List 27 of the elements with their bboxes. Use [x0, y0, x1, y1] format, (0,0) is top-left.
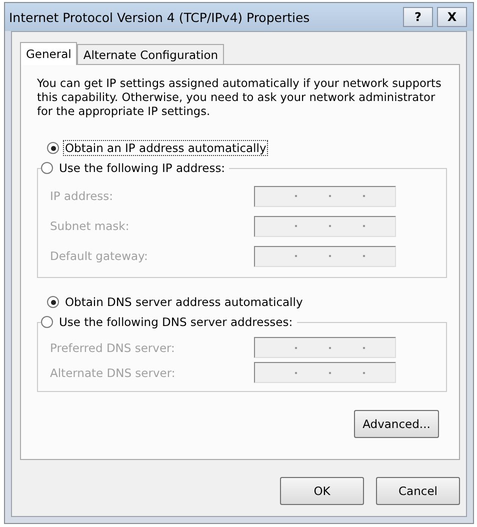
window-title: Internet Protocol Version 4 (TCP/IPv4) Properties	[9, 10, 310, 24]
advanced-button[interactable]: Advanced...	[354, 410, 439, 438]
tab[interactable]: Alternate Configuration	[77, 44, 224, 64]
ip-address-field[interactable]	[254, 246, 396, 266]
tab[interactable]: General	[20, 42, 78, 65]
radio-label[interactable]: Use the following IP address:	[57, 160, 228, 176]
ip-address-field[interactable]	[254, 362, 396, 383]
field-label: Subnet mask:	[50, 219, 130, 233]
dialog-button[interactable]: Cancel	[376, 477, 460, 505]
radio-button[interactable]	[47, 142, 59, 154]
ip-address-field[interactable]	[254, 186, 396, 206]
radio-label[interactable]: Use the following DNS server addresses:	[57, 314, 295, 330]
radio-button[interactable]	[41, 162, 53, 174]
help-button[interactable]: ?	[403, 7, 433, 27]
radio-button[interactable]	[47, 296, 59, 308]
radio-label[interactable]: Obtain an IP address automatically	[63, 140, 268, 156]
field-label: Preferred DNS server:	[50, 340, 175, 354]
ip-address-field[interactable]	[254, 216, 396, 236]
intro-text: You can get IP settings assigned automatically if your network supports this capability. Otherwise, you need to ask your network administrator for the appropriate IP settings.	[37, 77, 442, 119]
field-label: Default gateway:	[50, 249, 148, 263]
field-label: Alternate DNS server:	[50, 366, 176, 380]
radio-label[interactable]: Obtain DNS server address automatically	[63, 294, 305, 310]
radio-button[interactable]	[41, 316, 53, 328]
dialog-button[interactable]: OK	[280, 477, 364, 505]
field-label: IP address:	[50, 189, 114, 203]
close-button[interactable]: X	[437, 7, 467, 27]
ip-address-field[interactable]	[254, 337, 396, 358]
